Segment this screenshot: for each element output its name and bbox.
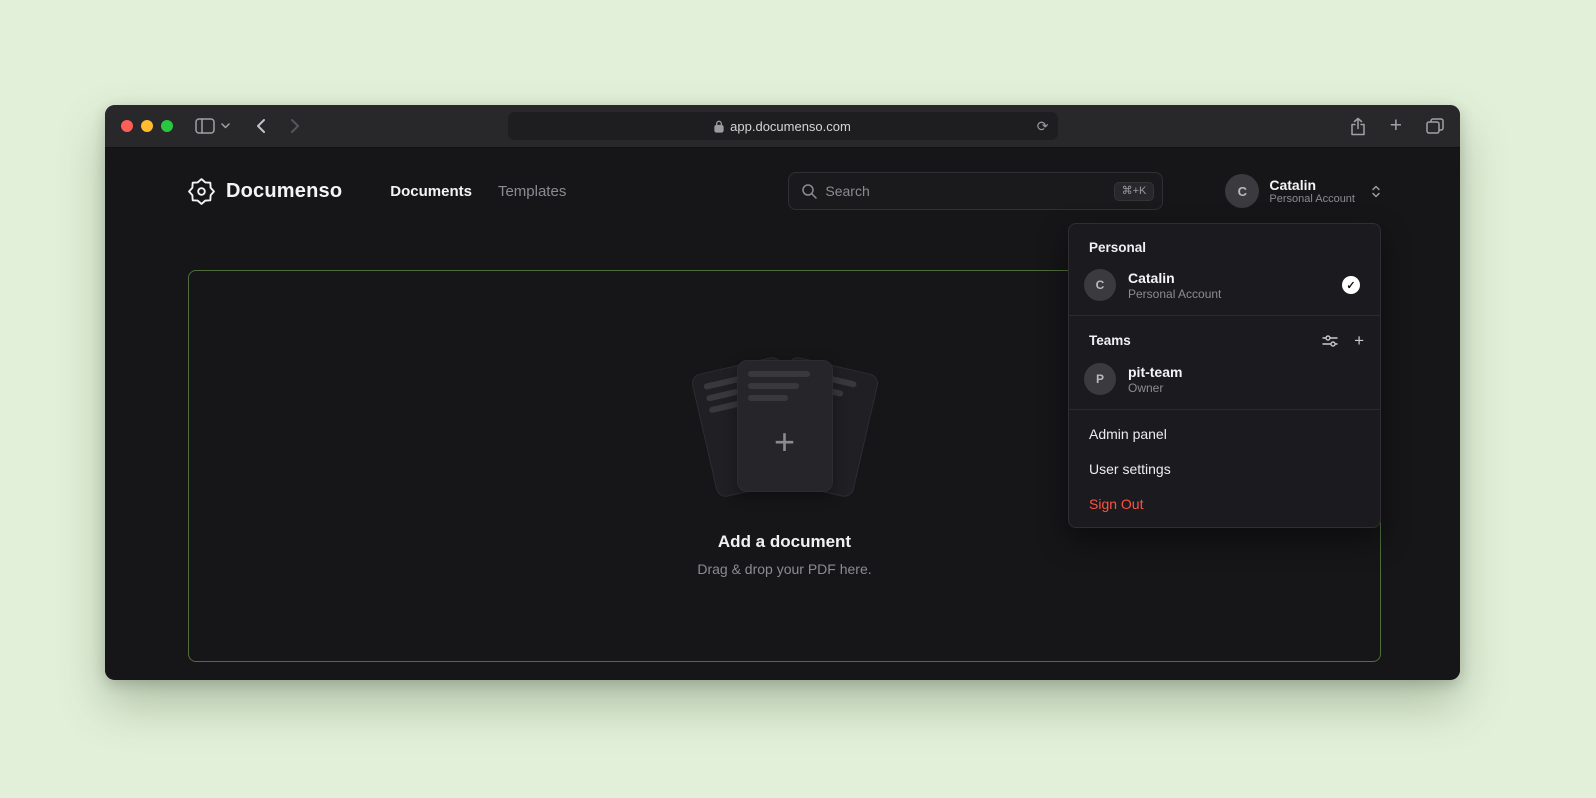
share-icon[interactable] xyxy=(1350,117,1366,136)
sidebar-toggle-icon[interactable] xyxy=(195,118,215,134)
search-input[interactable] xyxy=(825,183,1105,199)
minimize-button[interactable] xyxy=(141,120,153,132)
search-icon xyxy=(801,183,817,199)
lock-icon xyxy=(714,120,724,133)
tab-overview-icon[interactable] xyxy=(1426,118,1444,134)
address-bar[interactable]: app.documenso.com ⟳ xyxy=(508,112,1058,140)
documenso-app: Documenso Documents Templates ⌘+K C Cata… xyxy=(105,148,1460,679)
document-cards-illustration: + xyxy=(665,356,905,502)
menu-personal-label: Personal xyxy=(1069,230,1380,261)
dropzone-subtitle: Drag & drop your PDF here. xyxy=(697,561,871,577)
documenso-logo-icon xyxy=(188,178,215,205)
brand[interactable]: Documenso xyxy=(188,178,342,205)
selected-check-icon: ✓ xyxy=(1342,276,1360,294)
search-shortcut-badge: ⌘+K xyxy=(1114,182,1155,201)
back-button[interactable] xyxy=(256,118,266,134)
menu-item-personal-account[interactable]: C Catalin Personal Account ✓ xyxy=(1069,261,1380,309)
forward-button[interactable] xyxy=(290,118,300,134)
browser-toolbar: app.documenso.com ⟳ + xyxy=(105,105,1460,148)
chevron-up-down-icon xyxy=(1371,184,1381,199)
personal-account-type: Personal Account xyxy=(1128,288,1221,300)
menu-teams-header: Teams + xyxy=(1069,322,1380,355)
personal-account-name: Catalin xyxy=(1128,271,1221,285)
team-avatar: P xyxy=(1084,363,1116,395)
account-dropdown-menu: Personal C Catalin Personal Account ✓ Te… xyxy=(1068,223,1381,528)
menu-teams-label: Teams xyxy=(1089,333,1131,348)
account-name: Catalin xyxy=(1269,178,1355,192)
dropzone-title: Add a document xyxy=(718,532,851,552)
app-header: Documenso Documents Templates ⌘+K C Cata… xyxy=(105,148,1460,234)
menu-separator xyxy=(1069,315,1380,316)
main-nav: Documents Templates xyxy=(390,183,566,200)
personal-account-avatar: C xyxy=(1084,269,1116,301)
menu-item-sign-out[interactable]: Sign Out xyxy=(1069,486,1380,521)
add-team-icon[interactable]: + xyxy=(1354,332,1364,349)
account-avatar: C xyxy=(1225,174,1259,208)
refresh-icon[interactable]: ⟳ xyxy=(1037,119,1049,133)
menu-item-user-settings[interactable]: User settings xyxy=(1069,451,1380,486)
document-card-add: + xyxy=(737,360,833,492)
zoom-button[interactable] xyxy=(161,120,173,132)
manage-teams-icon[interactable] xyxy=(1322,334,1338,348)
account-type: Personal Account xyxy=(1269,194,1355,205)
search-box[interactable]: ⌘+K xyxy=(788,172,1163,210)
sidebar-chevron-down-icon[interactable] xyxy=(221,123,230,129)
brand-name: Documenso xyxy=(226,180,342,203)
menu-item-admin-panel[interactable]: Admin panel xyxy=(1069,416,1380,451)
browser-window: app.documenso.com ⟳ + xyxy=(105,105,1460,680)
close-button[interactable] xyxy=(121,120,133,132)
team-name: pit-team xyxy=(1128,365,1182,379)
nav-templates[interactable]: Templates xyxy=(498,183,566,200)
traffic-lights xyxy=(121,120,173,132)
nav-documents[interactable]: Documents xyxy=(390,183,472,200)
menu-item-team[interactable]: P pit-team Owner xyxy=(1069,355,1380,403)
team-role: Owner xyxy=(1128,382,1182,394)
account-menu-button[interactable]: C Catalin Personal Account xyxy=(1225,174,1381,208)
new-tab-icon[interactable]: + xyxy=(1390,115,1402,136)
menu-separator xyxy=(1069,409,1380,410)
add-document-plus-icon: + xyxy=(748,403,822,481)
url-text: app.documenso.com xyxy=(730,119,851,134)
